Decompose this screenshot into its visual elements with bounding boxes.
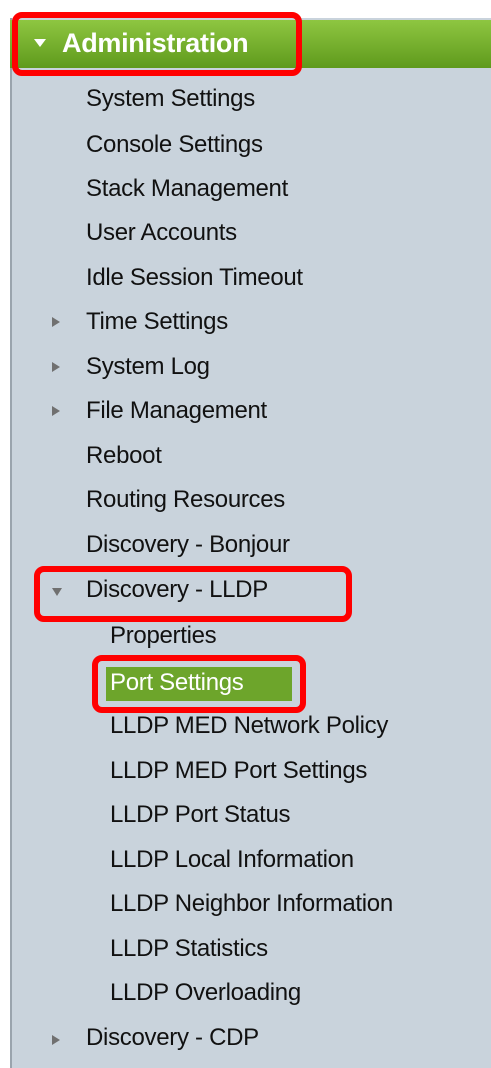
menu-item-system-log[interactable]: System Log	[86, 353, 210, 381]
menu-item-discovery-cdp[interactable]: Discovery - CDP	[86, 1024, 259, 1052]
chevron-right-icon[interactable]	[52, 406, 60, 416]
submenu-item-lldp-statistics[interactable]: LLDP Statistics	[110, 935, 268, 963]
menu-item-reboot[interactable]: Reboot	[86, 442, 162, 470]
menu-item-console-settings[interactable]: Console Settings	[86, 131, 263, 159]
submenu-item-properties[interactable]: Properties	[110, 622, 217, 650]
menu-item-discovery-bonjour[interactable]: Discovery - Bonjour	[86, 531, 290, 559]
highlight-box-discovery-lldp	[34, 566, 352, 622]
submenu-item-lldp-local-information[interactable]: LLDP Local Information	[110, 846, 354, 874]
highlight-box-port-settings	[92, 655, 306, 713]
menu-item-idle-session-timeout[interactable]: Idle Session Timeout	[86, 264, 303, 292]
submenu-item-lldp-overloading[interactable]: LLDP Overloading	[110, 979, 301, 1007]
chevron-right-icon[interactable]	[52, 1035, 60, 1045]
menu-item-system-settings[interactable]: System Settings	[86, 85, 255, 113]
submenu-item-lldp-med-network-policy[interactable]: LLDP MED Network Policy	[110, 712, 388, 740]
menu-item-stack-management[interactable]: Stack Management	[86, 175, 288, 203]
chevron-right-icon[interactable]	[52, 362, 60, 372]
menu-item-routing-resources[interactable]: Routing Resources	[86, 486, 285, 514]
submenu-item-lldp-med-port-settings[interactable]: LLDP MED Port Settings	[110, 757, 367, 785]
menu-item-user-accounts[interactable]: User Accounts	[86, 219, 237, 247]
chevron-right-icon[interactable]	[52, 317, 60, 327]
menu-item-file-management[interactable]: File Management	[86, 397, 267, 425]
submenu-item-lldp-neighbor-information[interactable]: LLDP Neighbor Information	[110, 890, 393, 918]
submenu-item-lldp-port-status[interactable]: LLDP Port Status	[110, 801, 291, 829]
highlight-box-administration	[12, 12, 302, 76]
menu-item-time-settings[interactable]: Time Settings	[86, 308, 228, 336]
